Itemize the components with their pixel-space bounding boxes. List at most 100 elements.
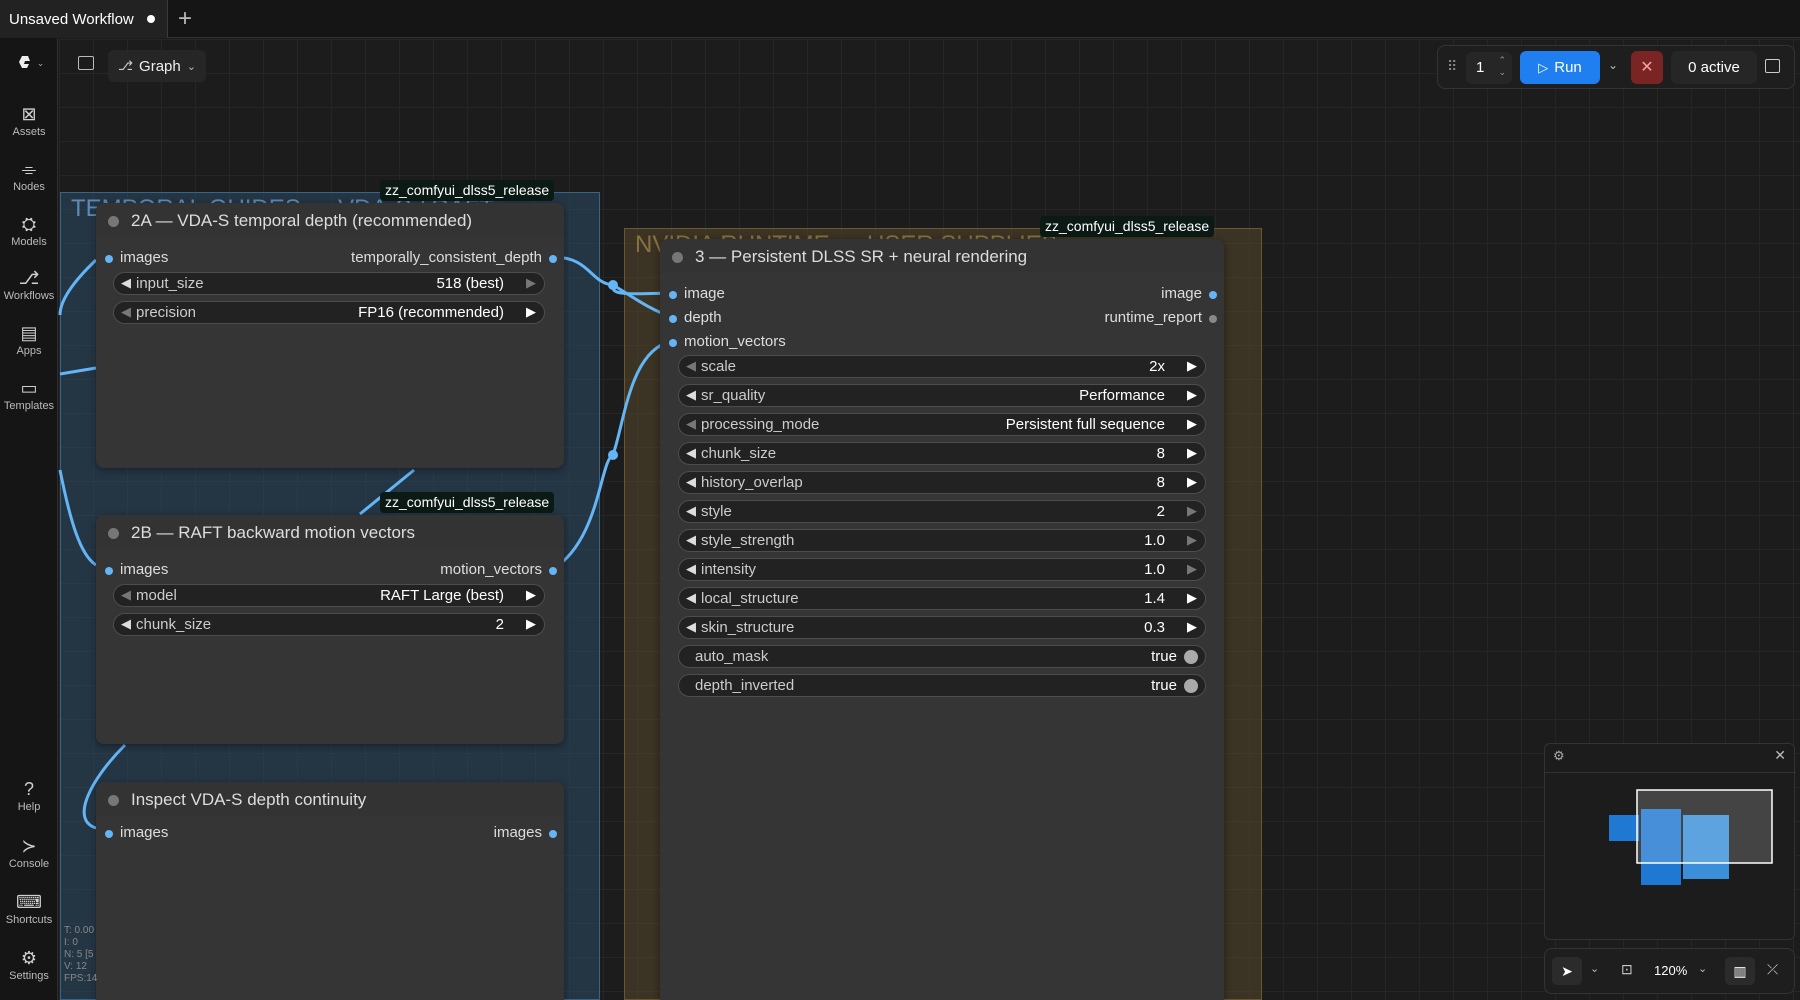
canvas-controls-bar: ➤ ⌄ ⊡ 120% ⌄ ▥ ⤫: [1544, 948, 1795, 994]
increment-arrow-icon[interactable]: ▶: [1187, 416, 1197, 432]
increment-arrow-icon[interactable]: ▶: [1187, 619, 1197, 635]
chevron-down-icon[interactable]: ⌄: [1698, 962, 1707, 975]
decrement-arrow-icon[interactable]: ◀: [686, 561, 696, 577]
view-mode-dropdown[interactable]: ⎇ Graph ⌄: [108, 50, 206, 82]
widget-scale[interactable]: ◀ scale 2x ▶: [678, 355, 1206, 378]
widget-value: 1.4: [1144, 590, 1165, 607]
widget-value: FP16 (recommended): [358, 304, 504, 321]
hide-links-icon[interactable]: ⤫: [1767, 961, 1778, 978]
node-title[interactable]: 3 — Persistent DLSS SR + neural renderin…: [660, 239, 1224, 273]
widget-intensity[interactable]: ◀ intensity 1.0 ▶: [678, 558, 1206, 581]
run-options-chevron-icon[interactable]: ⌄: [1608, 58, 1618, 72]
widget-skin-structure[interactable]: ◀ skin_structure 0.3 ▶: [678, 616, 1206, 639]
increment-arrow-icon[interactable]: ▶: [526, 275, 536, 291]
link-images-in-2: [59, 366, 97, 376]
input-slot-image[interactable]: image: [669, 285, 725, 302]
pointer-icon[interactable]: ➤: [1552, 957, 1582, 985]
output-slot-image[interactable]: image: [1161, 285, 1217, 302]
reroute-node[interactable]: [608, 280, 618, 290]
chevron-down-icon[interactable]: ⌄: [1590, 962, 1599, 975]
toggle-knob[interactable]: [1184, 679, 1198, 693]
right-panel-toggle-icon[interactable]: [1765, 59, 1780, 73]
input-slot-images[interactable]: images: [104, 824, 168, 841]
stat-v: V: 12: [64, 961, 87, 972]
decrement-arrow-icon[interactable]: ◀: [686, 358, 696, 374]
widget-style[interactable]: ◀ style 2 ▶: [678, 500, 1206, 523]
stop-button[interactable]: ✕: [1631, 51, 1663, 84]
input-slot-depth[interactable]: depth: [669, 309, 722, 326]
node-raft-motion-vectors[interactable]: 2B — RAFT backward motion vectors images…: [96, 515, 564, 744]
decrement-arrow-icon[interactable]: ◀: [686, 532, 696, 548]
toggle-depth-inverted[interactable]: depth_inverted true: [678, 674, 1206, 697]
widget-history-overlap[interactable]: ◀ history_overlap 8 ▶: [678, 471, 1206, 494]
increment-arrow-icon[interactable]: ▶: [526, 616, 536, 632]
widget-value: 1.0: [1144, 532, 1165, 549]
input-slot-images[interactable]: images: [104, 249, 168, 266]
node-dlss-neural-rendering[interactable]: 3 — Persistent DLSS SR + neural renderin…: [660, 239, 1224, 1000]
widget-input-size[interactable]: ◀ input_size 518 (best) ▶: [113, 272, 545, 295]
minimap-settings-icon[interactable]: ⚙: [1553, 748, 1565, 764]
output-slot-runtime-report[interactable]: runtime_report: [1104, 309, 1217, 326]
widget-value: 1.0: [1144, 561, 1165, 578]
widget-model[interactable]: ◀ model RAFT Large (best) ▶: [113, 584, 545, 607]
widget-label: scale: [701, 358, 737, 375]
output-slot-depth[interactable]: temporally_consistent_depth: [351, 249, 557, 266]
node-title[interactable]: Inspect VDA-S depth continuity: [96, 782, 564, 816]
reroute-node[interactable]: [608, 450, 618, 460]
decrement-arrow-icon[interactable]: ◀: [686, 416, 696, 432]
increment-arrow-icon[interactable]: ▶: [1187, 474, 1197, 490]
widget-chunk-size[interactable]: ◀ chunk_size 2 ▶: [113, 613, 545, 636]
widget-label: skin_structure: [701, 619, 795, 636]
widget-label: precision: [136, 304, 197, 321]
widget-value: 518 (best): [436, 275, 504, 292]
zoom-level[interactable]: 120%: [1654, 963, 1687, 978]
render-stats: T: 0.00 I: 0 N: 5 [5 V: 12 FPS:14: [64, 925, 97, 985]
decrement-arrow-icon[interactable]: ◀: [121, 616, 131, 632]
output-slot-motion-vectors[interactable]: motion_vectors: [440, 561, 557, 578]
increment-arrow-icon[interactable]: ▶: [1187, 445, 1197, 461]
stepper-icon[interactable]: ⌃ ⌄: [1498, 54, 1506, 78]
widget-sr-quality[interactable]: ◀ sr_quality Performance ▶: [678, 384, 1206, 407]
input-slot-images[interactable]: images: [104, 561, 168, 578]
panel-toggle-icon[interactable]: [78, 56, 94, 70]
toggle-auto-mask[interactable]: auto_mask true: [678, 645, 1206, 668]
queue-count-input[interactable]: 1 ⌃ ⌄: [1466, 52, 1512, 84]
run-button[interactable]: ▷ Run: [1520, 51, 1600, 84]
widget-precision[interactable]: ◀ precision FP16 (recommended) ▶: [113, 301, 545, 324]
minimap-toggle-icon[interactable]: ▥: [1725, 957, 1755, 985]
increment-arrow-icon[interactable]: ▶: [526, 304, 536, 320]
close-icon[interactable]: ✕: [1774, 747, 1786, 764]
increment-arrow-icon[interactable]: ▶: [1187, 532, 1197, 548]
increment-arrow-icon[interactable]: ▶: [526, 587, 536, 603]
decrement-arrow-icon[interactable]: ◀: [686, 445, 696, 461]
decrement-arrow-icon[interactable]: ◀: [121, 275, 131, 291]
node-vda-temporal-depth[interactable]: 2A — VDA-S temporal depth (recommended) …: [96, 203, 564, 468]
node-title[interactable]: 2A — VDA-S temporal depth (recommended): [96, 203, 564, 237]
decrement-arrow-icon[interactable]: ◀: [686, 474, 696, 490]
node-inspect-depth[interactable]: Inspect VDA-S depth continuity images im…: [96, 782, 564, 1000]
widget-processing-mode[interactable]: ◀ processing_mode Persistent full sequence…: [678, 413, 1206, 436]
widget-local-structure[interactable]: ◀ local_structure 1.4 ▶: [678, 587, 1206, 610]
input-slot-motion-vectors[interactable]: motion_vectors: [669, 333, 786, 350]
decrement-arrow-icon[interactable]: ◀: [121, 587, 131, 603]
widget-label: depth_inverted: [695, 677, 795, 694]
increment-arrow-icon[interactable]: ▶: [1187, 387, 1197, 403]
output-slot-images[interactable]: images: [494, 824, 558, 841]
active-queue-button[interactable]: 0 active: [1671, 51, 1757, 84]
node-title[interactable]: 2B — RAFT backward motion vectors: [96, 515, 564, 549]
minimap[interactable]: ⚙ ✕: [1544, 743, 1796, 940]
decrement-arrow-icon[interactable]: ◀: [686, 387, 696, 403]
increment-arrow-icon[interactable]: ▶: [1187, 358, 1197, 374]
widget-style-strength[interactable]: ◀ style_strength 1.0 ▶: [678, 529, 1206, 552]
widget-chunk-size[interactable]: ◀ chunk_size 8 ▶: [678, 442, 1206, 465]
decrement-arrow-icon[interactable]: ◀: [686, 503, 696, 519]
toggle-knob[interactable]: [1184, 650, 1198, 664]
decrement-arrow-icon[interactable]: ◀: [686, 590, 696, 606]
decrement-arrow-icon[interactable]: ◀: [686, 619, 696, 635]
drag-handle-icon[interactable]: ⠿: [1447, 58, 1457, 75]
increment-arrow-icon[interactable]: ▶: [1187, 561, 1197, 577]
increment-arrow-icon[interactable]: ▶: [1187, 503, 1197, 519]
increment-arrow-icon[interactable]: ▶: [1187, 590, 1197, 606]
fit-view-icon[interactable]: ⊡: [1621, 961, 1633, 978]
decrement-arrow-icon[interactable]: ◀: [121, 304, 131, 320]
